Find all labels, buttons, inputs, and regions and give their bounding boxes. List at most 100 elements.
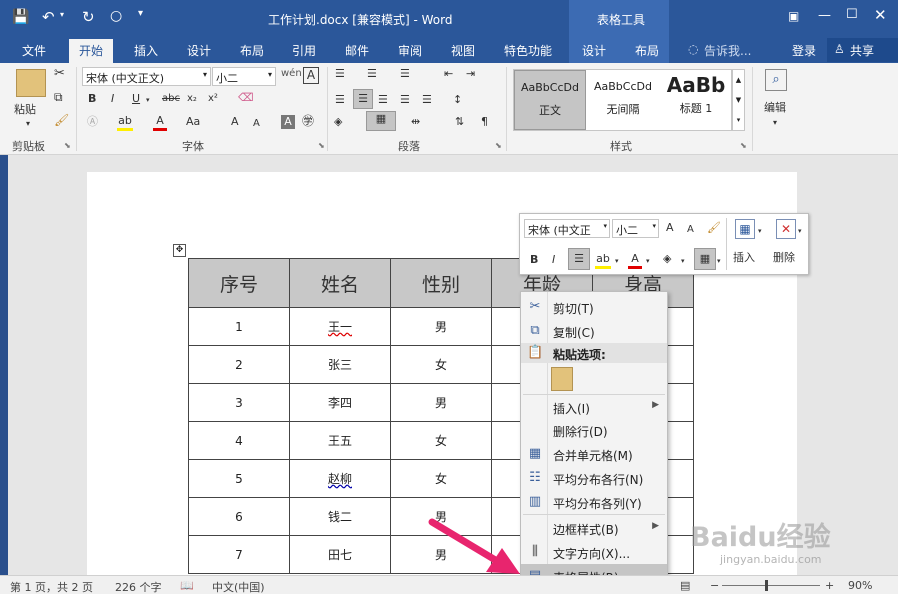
character-shading-icon[interactable]: A: [281, 115, 295, 129]
mini-font-color-dropdown-icon[interactable]: ▾: [646, 254, 650, 268]
editing-dropdown-icon[interactable]: ▾: [773, 116, 777, 130]
font-name-box[interactable]: 宋体 (中文正文) ▾: [82, 67, 211, 86]
strikethrough-icon[interactable]: abc: [162, 92, 180, 106]
zoom-slider-thumb[interactable]: [765, 580, 769, 591]
table-cell[interactable]: 5: [188, 459, 290, 498]
tab-special-features[interactable]: 特色功能: [504, 42, 552, 59]
font-color-icon[interactable]: A: [153, 114, 167, 131]
close-icon[interactable]: ✕: [874, 6, 887, 24]
paste-icon[interactable]: [16, 69, 46, 97]
menu-item-copy[interactable]: ⧉ 复制(C): [521, 319, 667, 343]
zoom-level[interactable]: 90%: [848, 579, 872, 592]
tab-insert[interactable]: 插入: [134, 42, 158, 59]
table-header-cell[interactable]: 姓名: [289, 258, 391, 308]
tab-table-design[interactable]: 设计: [582, 42, 606, 59]
mini-bold-icon[interactable]: B: [530, 253, 538, 267]
grow-font-icon[interactable]: A: [231, 115, 239, 129]
table-cell[interactable]: 张三: [289, 345, 391, 384]
table-header-cell[interactable]: 性别: [390, 258, 492, 308]
font-launcher-icon[interactable]: ⬊: [318, 139, 325, 153]
italic-icon[interactable]: I: [111, 92, 114, 106]
editing-label[interactable]: 编辑: [764, 101, 786, 115]
table-cell[interactable]: 钱二: [289, 497, 391, 536]
find-icon[interactable]: ⌕: [765, 69, 787, 91]
table-move-handle-icon[interactable]: ✥: [173, 244, 186, 257]
borders-icon[interactable]: ▦: [366, 111, 396, 131]
table-header-cell[interactable]: 序号: [188, 258, 290, 308]
highlight-color-icon[interactable]: ab: [117, 114, 133, 131]
style-normal[interactable]: AaBbCcDd 正文: [514, 70, 586, 130]
styles-launcher-icon[interactable]: ⬊: [740, 139, 747, 153]
sort-icon[interactable]: ⇅: [455, 115, 464, 129]
sign-in-link[interactable]: 登录: [792, 42, 816, 59]
circle-icon[interactable]: ○: [110, 8, 122, 24]
menu-item-insert[interactable]: 插入(I) ▶: [521, 395, 667, 419]
mini-highlight-dropdown-icon[interactable]: ▾: [615, 254, 619, 268]
enclose-characters-icon[interactable]: ㊫: [302, 114, 314, 128]
text-effects-icon[interactable]: Ⓐ: [87, 115, 98, 129]
menu-item-border-styles[interactable]: 边框样式(B) ▶: [521, 516, 667, 540]
mini-borders-icon[interactable]: ▦: [694, 248, 716, 270]
font-size-box[interactable]: 小二 ▾: [212, 67, 276, 86]
phonetic-guide-icon[interactable]: wén: [281, 67, 302, 81]
table-cell[interactable]: 7: [188, 535, 290, 574]
tab-design[interactable]: 设计: [187, 42, 211, 59]
save-icon[interactable]: 💾: [12, 9, 29, 25]
menu-item-merge-cells[interactable]: ▦ 合并单元格(M): [521, 442, 667, 466]
justify-icon[interactable]: ☰: [400, 93, 410, 107]
zoom-slider-track[interactable]: [722, 585, 820, 586]
line-spacing-icon[interactable]: ↕: [453, 93, 462, 107]
redo-icon[interactable]: ↻: [82, 8, 95, 26]
table-cell[interactable]: 2: [188, 345, 290, 384]
table-cell[interactable]: 赵柳: [289, 459, 391, 498]
numbering-icon[interactable]: ☰: [367, 67, 377, 81]
mini-size-dropdown-icon[interactable]: ▾: [652, 222, 656, 230]
tab-review[interactable]: 审阅: [398, 42, 422, 59]
bullets-icon[interactable]: ☰: [335, 67, 345, 81]
customize-qat-icon[interactable]: ▾: [138, 8, 143, 19]
align-right-icon[interactable]: ☰: [378, 93, 388, 107]
menu-item-text-direction[interactable]: ⫼ 文字方向(X)...: [521, 540, 667, 564]
tab-table-layout[interactable]: 布局: [635, 42, 659, 59]
tab-file[interactable]: 文件: [22, 42, 46, 59]
align-center-icon[interactable]: ☰: [353, 89, 373, 109]
mini-shading-dropdown-icon[interactable]: ▾: [681, 254, 685, 268]
multilevel-list-icon[interactable]: ☰: [400, 67, 410, 81]
decrease-indent-icon[interactable]: ⇤: [444, 67, 453, 81]
zoom-in-icon[interactable]: +: [825, 579, 834, 592]
shrink-font-icon[interactable]: A: [253, 117, 260, 131]
table-cell[interactable]: 3: [188, 383, 290, 422]
paste-keep-formatting-icon[interactable]: [551, 367, 573, 391]
table-cell[interactable]: 女: [390, 459, 492, 498]
zoom-out-icon[interactable]: −: [710, 579, 719, 592]
menu-item-distribute-rows[interactable]: ☷ 平均分布各行(N): [521, 466, 667, 490]
table-cell[interactable]: 王一: [289, 307, 391, 346]
table-cell[interactable]: 女: [390, 345, 492, 384]
format-painter-icon[interactable]: 🖌: [54, 113, 69, 127]
copy-icon[interactable]: ⧉: [54, 90, 63, 104]
word-count[interactable]: 226 个字: [115, 579, 162, 594]
mini-size-box[interactable]: 小二 ▾: [612, 219, 659, 238]
mini-italic-icon[interactable]: I: [552, 253, 555, 267]
mini-format-painter-icon[interactable]: 🖌: [707, 221, 721, 235]
menu-item-cut[interactable]: ✂ 剪切(T): [521, 295, 667, 319]
table-cell[interactable]: 4: [188, 421, 290, 460]
mini-font-dropdown-icon[interactable]: ▾: [603, 222, 607, 230]
table-cell[interactable]: 王五: [289, 421, 391, 460]
table-cell[interactable]: 女: [390, 421, 492, 460]
undo-icon[interactable]: ↶: [42, 8, 55, 26]
mini-shading-icon[interactable]: ◈: [663, 252, 671, 266]
paste-label[interactable]: 粘贴: [14, 103, 36, 117]
table-cell[interactable]: 6: [188, 497, 290, 536]
mini-font-color-icon[interactable]: A: [628, 252, 642, 269]
menu-item-delete-row[interactable]: 删除行(D): [521, 418, 667, 442]
ribbon-display-icon[interactable]: ▣: [788, 9, 799, 23]
font-size-dropdown-icon[interactable]: ▾: [268, 70, 272, 79]
font-dropdown-icon[interactable]: ▾: [203, 70, 207, 79]
chinese-layout-icon[interactable]: ⇹: [411, 115, 420, 129]
undo-dropdown-icon[interactable]: ▾: [60, 10, 64, 19]
tab-home[interactable]: 开始: [69, 39, 114, 63]
character-border-icon[interactable]: A: [303, 67, 319, 84]
tab-view[interactable]: 视图: [451, 42, 475, 59]
mini-delete-label[interactable]: 删除: [773, 251, 795, 265]
